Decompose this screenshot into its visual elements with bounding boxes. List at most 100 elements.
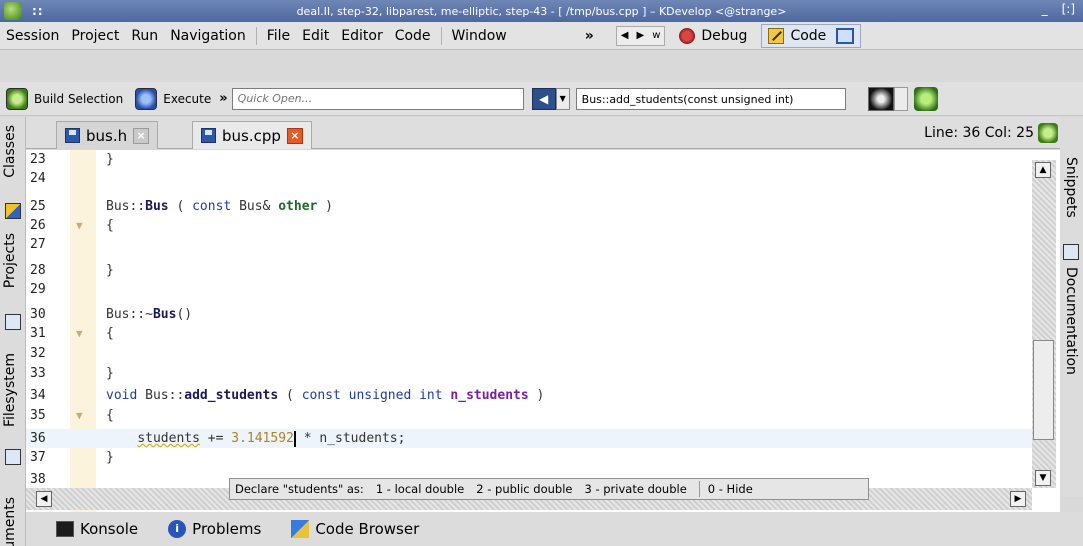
line-text: { — [106, 218, 114, 233]
cursor-position: Line: 36 Col: 25 — [924, 125, 1034, 141]
build-selection-label: Build Selection — [34, 91, 124, 106]
assistant-option-public[interactable]: 2 - public double — [476, 482, 572, 496]
context-browser-field[interactable]: Bus::add_students(const unsigned int) — [575, 87, 846, 110]
next-dropdown[interactable] — [893, 86, 908, 111]
filesystem-icon — [5, 449, 21, 465]
code-line[interactable]: 34 void Bus::add_students ( const unsign… — [26, 386, 1032, 405]
code-line[interactable]: 30 Bus::~Bus() — [26, 305, 1032, 324]
menu-overflow-button[interactable]: » — [585, 28, 594, 44]
toolbar-overflow-button[interactable]: » — [219, 91, 227, 106]
menu-editor[interactable]: Editor — [335, 28, 388, 44]
maximize-button[interactable]: [:] — [1062, 2, 1075, 16]
code-browser-icon — [291, 520, 310, 538]
line-text: Bus::~Bus() — [106, 307, 193, 322]
scrollbar-thumb[interactable] — [1033, 340, 1054, 440]
scroll-right-icon[interactable]: ▶ — [1010, 491, 1026, 507]
assistant-separator — [698, 481, 700, 497]
scroll-up-icon[interactable]: ▲ — [1035, 162, 1051, 178]
classes-tab[interactable]: Classes — [2, 125, 18, 178]
close-tab-icon[interactable]: × — [133, 127, 150, 144]
menu-navigation[interactable]: Navigation — [164, 28, 252, 44]
vertical-scrollbar[interactable]: ▲ ▼ — [1032, 160, 1056, 488]
minimize-button[interactable]: _ — [1042, 2, 1048, 16]
session-icon[interactable] — [913, 86, 938, 111]
line-number: 32 — [30, 346, 46, 361]
code-browser-tab[interactable]: Code Browser — [291, 520, 419, 538]
pencil-icon — [768, 27, 785, 44]
area-w-label: w — [652, 30, 661, 41]
code-area-button[interactable]: Code — [761, 23, 862, 48]
bug-icon — [679, 27, 696, 44]
code-editor[interactable]: 23 } 24 25 Bus::Bus ( const Bus& other )… — [26, 150, 1060, 512]
fold-marker-icon[interactable]: ▼ — [76, 324, 83, 343]
menu-bar: Session Project Run Navigation File Edit… — [0, 22, 1083, 50]
quick-open-input[interactable] — [231, 87, 524, 110]
menu-file[interactable]: File — [261, 28, 296, 44]
code-line[interactable]: 33 } — [26, 364, 1032, 383]
assistant-option-local[interactable]: 1 - local double — [376, 482, 464, 496]
next-icon[interactable] — [867, 86, 894, 111]
snippets-tab[interactable]: Snippets — [1063, 157, 1079, 218]
tab-bus-cpp[interactable]: bus.cpp × — [192, 121, 312, 149]
assistant-hide-option[interactable]: 0 - Hide — [708, 482, 753, 496]
menu-project[interactable]: Project — [65, 28, 125, 44]
current-code-line[interactable]: 36 students += 3.141592 * n_students; — [26, 429, 1032, 448]
menu-window[interactable]: Window — [446, 28, 513, 44]
code-line[interactable]: 29 — [26, 280, 1032, 299]
tab-bus-h[interactable]: bus.h × — [56, 121, 159, 149]
execute-gear-icon — [135, 87, 158, 110]
projects-tab[interactable]: Projects — [2, 233, 18, 288]
konsole-tab[interactable]: Konsole — [56, 520, 138, 538]
line-text: students += 3.141592 * n_students; — [137, 430, 406, 447]
problems-tab[interactable]: i Problems — [168, 520, 261, 538]
line-number: 33 — [30, 366, 46, 381]
fold-marker-icon[interactable]: ▼ — [76, 216, 83, 235]
documentation-icon — [1063, 244, 1079, 260]
arrow-left-icon[interactable]: ◀ — [617, 30, 633, 41]
line-number: 35 — [30, 408, 46, 423]
scroll-left-icon[interactable]: ◀ — [36, 491, 52, 507]
menu-code[interactable]: Code — [389, 28, 437, 44]
filesystem-tab[interactable]: Filesystem — [2, 353, 18, 427]
fold-marker-icon[interactable]: ▼ — [76, 406, 83, 425]
line-number: 24 — [30, 171, 46, 186]
build-gear-icon — [6, 87, 28, 110]
build-selection-button[interactable]: Build Selection — [0, 85, 129, 113]
documentation-tab[interactable]: Documentation — [1063, 267, 1079, 375]
layout-icon[interactable] — [836, 27, 855, 44]
line-number: 38 — [30, 472, 46, 487]
back-arrow-button[interactable]: ◀ — [531, 87, 556, 110]
scroll-down-icon[interactable]: ▼ — [1035, 470, 1051, 486]
file-icon — [201, 128, 216, 143]
line-text: { — [106, 326, 114, 341]
documents-tab[interactable]: uments — [2, 497, 18, 546]
bottom-tool-dock: Konsole i Problems Code Browser — [26, 512, 1083, 546]
code-line[interactable]: 24 — [26, 169, 1032, 188]
debug-area-button[interactable]: Debug — [673, 24, 753, 48]
code-line[interactable]: 26 ▼ { — [26, 216, 1032, 235]
area-switcher-arrows[interactable]: ◀ ▶ w — [615, 25, 666, 46]
projects-icon — [5, 314, 21, 330]
menu-run[interactable]: Run — [125, 28, 164, 44]
execute-button[interactable]: Execute — [129, 85, 217, 113]
menu-session[interactable]: Session — [0, 28, 65, 44]
assistant-option-private[interactable]: 3 - private double — [584, 482, 686, 496]
code-line[interactable]: 28 } — [26, 261, 1032, 280]
problem-squiggle: students — [137, 431, 200, 446]
code-line[interactable]: 32 — [26, 344, 1032, 363]
code-line[interactable]: 31 ▼ { — [26, 324, 1032, 343]
arrow-right-icon[interactable]: ▶ — [633, 30, 649, 41]
code-line[interactable]: 23 } — [26, 150, 1032, 169]
title-bar: :: deal.II, step-32, libparest, me-ellip… — [0, 0, 1083, 22]
document-tab-bar: bus.h × bus.cpp × Line: 36 Col: 25 — [26, 117, 1060, 149]
code-line[interactable]: 37 } — [26, 448, 1032, 467]
code-line[interactable]: 25 Bus::Bus ( const Bus& other ) — [26, 197, 1032, 216]
document-options-icon[interactable] — [1038, 123, 1058, 143]
line-number: 36 — [30, 431, 46, 446]
back-history-dropdown[interactable]: ▼ — [555, 87, 570, 110]
code-line[interactable]: 27 — [26, 235, 1032, 254]
menu-edit[interactable]: Edit — [296, 28, 335, 44]
line-text: } — [106, 366, 114, 381]
code-line[interactable]: 35 ▼ { — [26, 406, 1032, 425]
close-tab-icon[interactable]: × — [286, 127, 303, 144]
